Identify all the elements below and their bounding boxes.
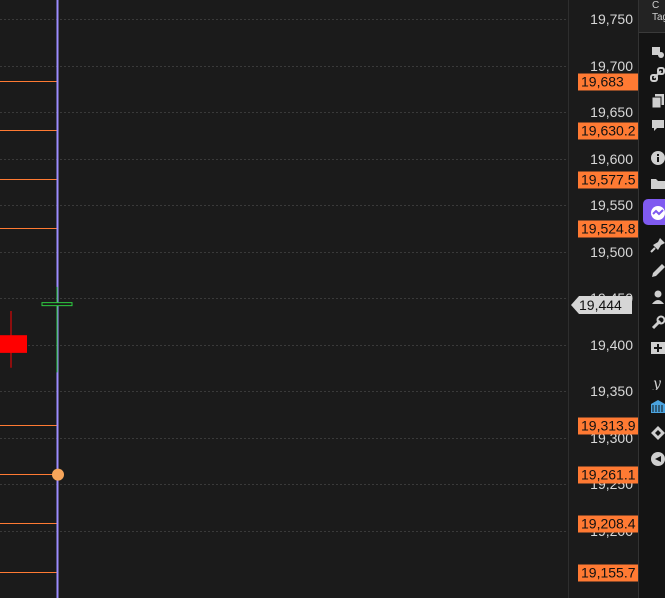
chart-area[interactable] (0, 0, 568, 598)
user-icon[interactable] (650, 289, 665, 305)
cursor-point (52, 468, 64, 481)
info-icon[interactable] (650, 150, 665, 166)
toolbar-header: C Tag (639, 0, 665, 33)
pin-icon[interactable] (650, 237, 665, 253)
price-tick-label: 19,350 (590, 383, 633, 399)
indicator-icon[interactable] (650, 205, 665, 221)
price-tick-label: 19,550 (590, 197, 633, 213)
alert-settings-icon[interactable] (650, 44, 665, 60)
price-tick-label: 19,600 (590, 150, 633, 167)
wrench-icon[interactable] (650, 315, 665, 331)
price-tick-label: 19,400 (590, 336, 633, 353)
price-tick-label: 19,650 (590, 104, 633, 120)
folder-icon[interactable] (650, 176, 665, 192)
price-axis[interactable]: 19,750 19,700 19,650 19,600 19,550 19,500 19,4… (568, 0, 639, 598)
level-price-tag: 19,155.7 (578, 564, 639, 582)
candle-body (41, 302, 73, 307)
svg-text:y: y (652, 376, 662, 390)
level-price-tag: 19,208.4 (578, 515, 639, 533)
comment-icon[interactable] (650, 118, 665, 134)
level-price-tag: 19,577.5 (578, 171, 639, 189)
copy-icon[interactable] (650, 93, 665, 109)
toolbar-header-label: C (652, 0, 660, 11)
price-tick-label: 19,750 (590, 11, 633, 27)
right-toolbar: C Tag y (638, 0, 665, 598)
level-price-tag: 19,683 (578, 73, 639, 91)
level-price-tag: 19,313.9 (578, 417, 639, 435)
yahoo-icon[interactable]: y (650, 374, 665, 390)
candle-body (0, 335, 27, 353)
price-tick-label: 19,700 (590, 57, 633, 74)
last-price-tag: 19,444 (571, 296, 632, 314)
bank-icon[interactable] (650, 399, 665, 415)
send-icon[interactable] (650, 451, 665, 467)
toolbar-header-tag[interactable]: Tag (639, 12, 665, 24)
chart-svg[interactable] (0, 0, 568, 598)
level-price-tag: 19,261.1 (578, 466, 639, 484)
link-icon[interactable] (650, 67, 665, 83)
add-panel-icon[interactable] (650, 340, 665, 356)
level-price-tag: 19,630.2 (578, 122, 639, 140)
diamond-icon[interactable] (650, 425, 665, 441)
pen-icon[interactable] (650, 263, 665, 279)
price-tick-label: 19,500 (590, 243, 633, 260)
level-price-tag: 19,524.8 (578, 220, 639, 238)
